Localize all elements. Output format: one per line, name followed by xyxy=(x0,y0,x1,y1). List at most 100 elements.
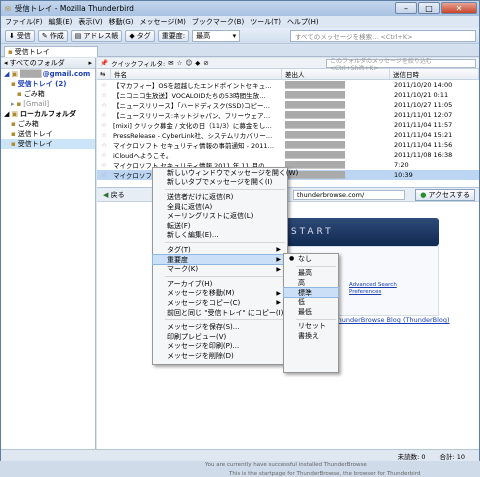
menu-print-preview[interactable]: 印刷プレビュー(V) xyxy=(153,332,287,342)
star-icon[interactable]: ☆ xyxy=(97,121,111,129)
menu-view[interactable]: 表示(V) xyxy=(78,17,102,27)
menu-tag[interactable]: タグ(T) ▶ xyxy=(153,245,287,255)
priority-none[interactable]: ● なし xyxy=(284,254,338,264)
filter-star-icon[interactable]: ☆ xyxy=(177,59,183,67)
filter-unread-icon[interactable]: ✉ xyxy=(168,59,173,67)
priority-high[interactable]: 高 xyxy=(284,278,338,288)
folder-trash-gmail[interactable]: ▪ ごみ箱 xyxy=(1,89,95,99)
menu-reply-all[interactable]: 全員に返信(A) xyxy=(153,202,287,212)
tab-label: 受信トレイ xyxy=(14,48,50,56)
priority-normal[interactable]: 標準 xyxy=(283,286,339,299)
menu-go[interactable]: 移動(G) xyxy=(109,17,134,27)
table-row[interactable]: ☆ PressRelease - CyberLink社、システムリカバリー… ███… xyxy=(97,130,479,140)
menu-save[interactable]: メッセージを保存(S)... xyxy=(153,322,287,332)
priority-reset[interactable]: リセット xyxy=(284,322,338,332)
star-icon[interactable]: ☆ xyxy=(97,171,111,179)
maximize-button[interactable]: □ xyxy=(418,2,440,14)
menu-print[interactable]: メッセージを印刷(P)... xyxy=(153,342,287,352)
menu-edit-new[interactable]: 新しく編集(E)... xyxy=(153,231,287,241)
thread-col-icon[interactable]: ⇆ xyxy=(97,69,111,79)
msg-date: 2011/11/04 11:57 xyxy=(394,121,453,129)
menu-help[interactable]: ヘルプ(H) xyxy=(287,17,319,27)
menu-reply-sender[interactable]: 送信者だけに返信(R) xyxy=(153,192,287,202)
preferences-link[interactable]: Preferences xyxy=(349,289,381,295)
priority-select[interactable]: 最高 ▾ xyxy=(192,29,241,42)
table-row[interactable]: ☆ 【ニュースリリース:ネットジャパン、フリーウェア… ████████████ 20… xyxy=(97,110,479,120)
expand-icon: ◢ xyxy=(4,110,10,118)
pin-icon[interactable]: 📌 xyxy=(100,59,108,67)
folder-inbox-gmail[interactable]: ▪ 受信トレイ (2) xyxy=(1,79,95,89)
star-icon[interactable]: ☆ xyxy=(97,161,111,169)
star-icon[interactable]: ☆ xyxy=(97,131,111,139)
star-icon[interactable]: ☆ xyxy=(97,151,111,159)
priority-low[interactable]: 低 xyxy=(284,297,338,307)
account-gmail[interactable]: ◢ ▣ ████ @gmail.com xyxy=(1,69,95,79)
table-row[interactable]: ☆ 【マカフィー】OSを超越したエンドポイントセキュ… ████████████ 20… xyxy=(97,80,479,90)
star-icon[interactable]: ☆ xyxy=(97,141,111,149)
folder-outbox-local[interactable]: ▪ 送信トレイ xyxy=(1,129,95,139)
priority-rewrite[interactable]: 書換え xyxy=(284,331,338,341)
priority-lowest[interactable]: 最低 xyxy=(284,307,338,317)
menu-message[interactable]: メッセージ(M) xyxy=(140,17,186,27)
folder-inbox-local[interactable]: ▪ 受信トレイ xyxy=(1,139,95,149)
col-subject[interactable]: 件名 xyxy=(111,69,282,79)
folder-pane-header[interactable]: ◂ すべてのフォルダ ▸ xyxy=(1,58,95,69)
folder-trash-local[interactable]: ▪ ごみ箱 xyxy=(1,119,95,129)
menu-forward[interactable]: 転送(F) xyxy=(153,221,287,231)
addressbook-button[interactable]: ▤ アドレス帳 xyxy=(70,29,123,42)
star-icon[interactable]: ☆ xyxy=(97,81,111,89)
radio-bullet-icon: ● xyxy=(289,255,295,263)
quick-filter-input[interactable]: このフォルダのメッセージを絞り込む <Ctrl+Shift+K> xyxy=(326,58,476,72)
msg-sender-redacted: ████████████ xyxy=(285,121,345,129)
tab-inbox[interactable]: ▪ 受信トレイ xyxy=(4,46,98,57)
filter-contact-icon[interactable]: ☺ xyxy=(185,59,192,67)
menu-priority[interactable]: 重要度 ▶ xyxy=(152,253,288,266)
compose-button[interactable]: ✎ 作成 xyxy=(37,29,68,42)
menu-open-new-window[interactable]: 新しいウィンドウでメッセージを開く(W) xyxy=(153,168,298,178)
url-input[interactable]: thunderbrowse.com/ xyxy=(293,190,405,200)
folder-gmail-group[interactable]: ▸ ▪ [Gmail] xyxy=(1,99,95,109)
menu-edit[interactable]: 編集(E) xyxy=(49,17,73,27)
message-list: ☆ 【マカフィー】OSを超越したエンドポイントセキュ… ████████████ 20… xyxy=(97,80,479,180)
filter-tag-icon[interactable]: ◆ xyxy=(195,59,200,67)
priority-highest[interactable]: 最高 xyxy=(284,269,338,279)
filter-attach-icon[interactable]: ⊘ xyxy=(203,59,208,67)
menu-copy-same[interactable]: 前回と同じ "受信トレイ" にコピー(I) xyxy=(153,308,287,318)
global-search-input[interactable]: すべてのメッセージを検索... <Ctrl+K> xyxy=(290,30,476,42)
menu-move[interactable]: メッセージを移動(M) ▶ xyxy=(153,289,287,299)
msg-subject: 【ニュースリリース】「ハードディスク(SSD)コピー… xyxy=(113,102,270,110)
star-icon[interactable]: ☆ xyxy=(97,101,111,109)
msg-subject: 【ニュースリリース:ネットジャパン、フリーウェア… xyxy=(113,112,271,120)
unread-count: 未読数: 0 xyxy=(397,452,426,461)
menu-tools[interactable]: ツール(T) xyxy=(250,17,281,27)
menu-open-new-tab[interactable]: 新しいタブでメッセージを開く(I) xyxy=(153,178,287,188)
tag-button[interactable]: ◆ タグ xyxy=(125,29,155,42)
star-icon[interactable]: ☆ xyxy=(97,91,111,99)
menu-copy[interactable]: メッセージをコピー(C) ▶ xyxy=(153,298,287,308)
msg-date: 2011/10/20 14:00 xyxy=(394,81,453,89)
table-row[interactable]: ☆ 【ニュースリリース】「ハードディスク(SSD)コピー… ████████████… xyxy=(97,100,479,110)
title-bar: ✉ 受信トレイ - Mozilla Thunderbird – □ ✕ xyxy=(1,1,479,16)
msg-sender-redacted: ████████████ xyxy=(285,151,345,159)
star-icon[interactable]: ☆ xyxy=(97,111,111,119)
advanced-search-link[interactable]: Advanced Search Preferences xyxy=(349,282,397,296)
menu-bookmark[interactable]: ブックマーク(B) xyxy=(192,17,244,27)
compose-icon: ✎ xyxy=(41,31,48,40)
back-button[interactable]: ◀ 戻る xyxy=(103,190,125,200)
menu-reply-list[interactable]: メーリングリストに返信(L) xyxy=(153,211,287,221)
table-row[interactable]: ☆ [mixi] クリック募金 / 文化の日（11/3）に募金をし… ███████… xyxy=(97,120,479,130)
account-local[interactable]: ◢ ▣ ローカルフォルダ xyxy=(1,109,95,119)
menu-file[interactable]: ファイル(F) xyxy=(5,17,43,27)
go-button[interactable]: ● アクセスする xyxy=(415,189,475,201)
menu-archive[interactable]: アーカイブ(H) xyxy=(153,279,287,289)
receive-button[interactable]: ⬇ 受信 xyxy=(5,29,35,42)
menu-delete[interactable]: メッセージを削除(D) xyxy=(153,351,287,361)
msg-date: 10:39 xyxy=(394,171,413,179)
minimize-button[interactable]: – xyxy=(395,2,417,14)
table-row[interactable]: ☆ 【ニコニコ生放送】VOCALOIDたちの53時間生放… ████████████… xyxy=(97,90,479,100)
table-row[interactable]: ☆ マイクロソフト セキュリティ情報の事前通知 - 2011… ██████████… xyxy=(97,140,479,150)
menu-mark[interactable]: マーク(K) ▶ xyxy=(153,264,287,274)
close-button[interactable]: ✕ xyxy=(441,2,477,14)
table-row[interactable]: ☆ iCloudへようこそ。 ████████████ 2011/11/08 16:3… xyxy=(97,150,479,160)
priority-label: 重要度: xyxy=(157,29,190,42)
